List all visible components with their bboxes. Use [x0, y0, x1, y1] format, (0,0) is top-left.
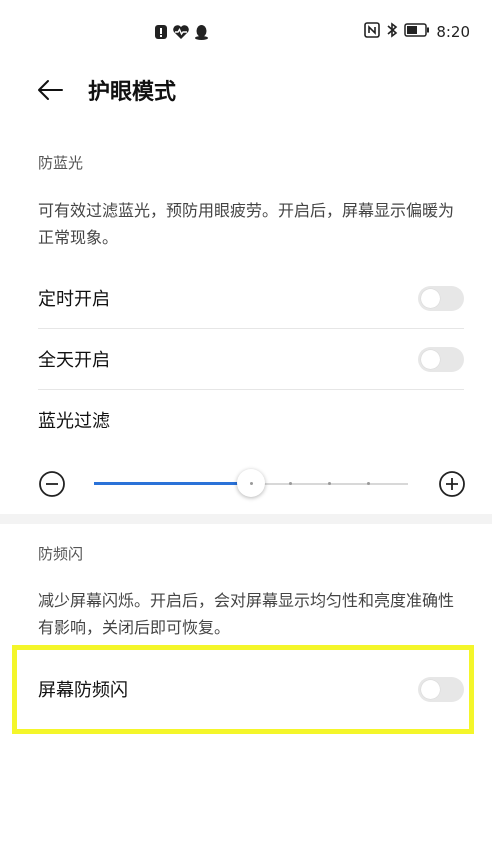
qq-penguin-icon — [194, 24, 209, 44]
toggle-knob — [421, 350, 440, 369]
status-bar: 8:20 — [0, 0, 492, 66]
scheduled-label: 定时开启 — [38, 289, 110, 310]
page-title: 护眼模式 — [88, 80, 177, 105]
section-title-blue-light: 防蓝光 — [38, 154, 84, 172]
app-header: 护眼模式 — [0, 66, 492, 114]
decrease-button[interactable] — [38, 470, 66, 498]
section-title-anti-flicker: 防频闪 — [38, 545, 84, 563]
scheduled-row[interactable]: 定时开启 — [38, 268, 464, 328]
minus-circle-icon — [38, 471, 66, 502]
nfc-icon — [364, 22, 381, 42]
filter-row: 蓝光过滤 — [38, 390, 464, 450]
back-button[interactable] — [34, 74, 66, 106]
section-divider — [0, 514, 492, 524]
filter-label: 蓝光过滤 — [38, 411, 110, 432]
battery-icon — [404, 23, 430, 41]
status-right: 8:20 — [364, 22, 470, 42]
slider-tick — [249, 482, 253, 485]
status-center-icons — [154, 24, 209, 44]
blue-light-slider[interactable] — [38, 466, 466, 502]
scheduled-toggle[interactable] — [418, 286, 464, 311]
bluetooth-icon — [386, 22, 398, 42]
plus-circle-icon — [438, 471, 466, 502]
blue-light-description: 可有效过滤蓝光，预防用眼疲劳。开启后，屏幕显示偏暖为正常现象。 — [38, 201, 455, 247]
slider-tick — [131, 482, 135, 485]
slider-tick — [288, 482, 292, 485]
arrow-left-icon — [34, 80, 66, 110]
all-day-toggle[interactable] — [418, 347, 464, 372]
notification-alert-icon — [154, 24, 168, 44]
increase-button[interactable] — [438, 470, 466, 498]
slider-tick — [328, 482, 331, 485]
highlight-box — [12, 645, 474, 734]
health-heart-icon — [172, 24, 190, 44]
status-time: 8:20 — [436, 23, 470, 41]
anti-flicker-description: 减少屏幕闪烁。开启后，会对屏幕显示均匀性和亮度准确性有影响，关闭后即可恢复。 — [38, 591, 455, 637]
slider-tick — [171, 482, 174, 485]
toggle-knob — [421, 289, 440, 308]
all-day-label: 全天开启 — [38, 350, 110, 371]
all-day-row[interactable]: 全天开启 — [38, 329, 464, 389]
